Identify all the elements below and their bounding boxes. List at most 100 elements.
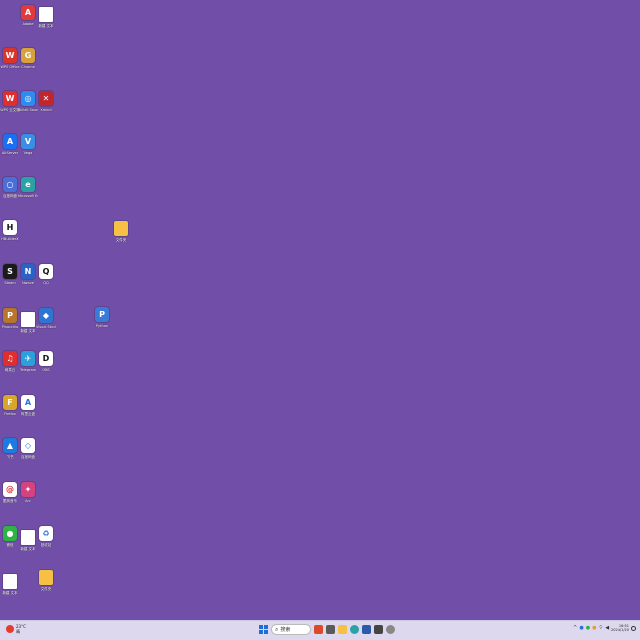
desktop-icon[interactable]: @ 酷狗音乐	[0, 482, 20, 503]
start-button[interactable]	[259, 625, 268, 634]
icon-label: Nwave	[22, 281, 34, 285]
icon-label: 新建 文本	[20, 547, 36, 551]
taskbar-app-icon[interactable]	[374, 625, 383, 634]
hbuilder-icon: H	[3, 220, 17, 235]
desktop-icon[interactable]: ♫ 网易云	[0, 351, 20, 372]
desktop-icon[interactable]: W WPS Office	[0, 48, 20, 69]
folder-icon	[39, 570, 53, 585]
weather-icon	[6, 625, 14, 633]
desktop-icon[interactable]: F Firefox	[0, 395, 20, 416]
icon-label: Chrome	[21, 65, 35, 69]
tray-app-icon[interactable]: ●	[592, 625, 596, 631]
altserver-icon: A	[3, 134, 17, 149]
taskbar-app-icon[interactable]	[362, 625, 371, 634]
text-file-icon	[21, 312, 35, 327]
firefox-icon: F	[3, 395, 17, 410]
icon-label: 酷狗音乐	[3, 499, 17, 503]
desktop-icon[interactable]: ▲ 飞书	[0, 438, 20, 459]
desktop-icon[interactable]: 新建 文本	[18, 312, 38, 333]
desktop-icon[interactable]: H HBuilderX	[0, 220, 20, 241]
tray-app-icon[interactable]: ●	[586, 625, 590, 631]
desktop-icon[interactable]: V Vega	[18, 134, 38, 155]
text-file-icon	[39, 7, 53, 22]
desktop-icon[interactable]: P Pinocchio	[0, 308, 20, 329]
pinocchio-icon: P	[3, 308, 17, 323]
wps-cloud-icon: W	[3, 91, 17, 106]
desktop-icon[interactable]: 新建 文本	[0, 574, 20, 595]
telegram-icon: ✈	[21, 351, 35, 366]
desktop-icon[interactable]: N Nwave	[18, 264, 38, 285]
desktop-icon[interactable]: ◇ 百度网盘	[18, 438, 38, 459]
volume-icon[interactable]: ◀	[605, 625, 609, 631]
settings-icon[interactable]	[386, 625, 395, 634]
icon-label: 新建 文本	[20, 329, 36, 333]
taskbar: 23°C 晴 ⌕ 搜索 ^ ● ● ● ⌔ ◀ 16:51 2024/1/20	[0, 620, 640, 640]
taskbar-app-icon[interactable]	[314, 625, 323, 634]
desktop-icon[interactable]: e Microsoft Edge	[18, 177, 38, 198]
icon-label: Visual Studio	[36, 325, 56, 329]
desktop-icon[interactable]: G Chrome	[18, 48, 38, 69]
search-box[interactable]: ⌕ 搜索	[271, 624, 311, 635]
desktop-icon[interactable]: D OBS	[36, 351, 56, 372]
desktop-icon[interactable]: ◎ Bilibili Sound	[18, 91, 38, 112]
weather-widget[interactable]: 23°C 晴	[6, 624, 26, 634]
desktop-icon[interactable]: W WPS 云文档	[0, 91, 20, 112]
wechat-icon: ●	[3, 526, 17, 541]
icon-label: 网易云	[4, 368, 16, 372]
icon-label: 飞书	[6, 455, 14, 459]
wifi-icon[interactable]: ⌔	[598, 625, 603, 631]
desktop-icon[interactable]: 新建 文本	[36, 7, 56, 28]
icon-label: OBS	[42, 368, 50, 372]
edge-taskbar-icon[interactable]	[350, 625, 359, 634]
desktop-icon[interactable]: Q QQ	[36, 264, 56, 285]
desktop-icon[interactable]: ○ 百度网盘	[0, 177, 20, 198]
desktop-icon[interactable]: ✈ Telegram	[18, 351, 38, 372]
icon-label: 文件夹	[40, 587, 52, 591]
desktop-icon[interactable]: 文件夹	[36, 570, 56, 591]
feishu-icon: ▲	[3, 438, 17, 453]
adobe-icon: A	[21, 5, 35, 20]
icon-label: 回收站	[40, 543, 52, 547]
desktop-icon[interactable]: ✦ Arc	[18, 482, 38, 503]
icon-label: 新建 文本	[38, 24, 54, 28]
desktop-icon[interactable]: P Python	[92, 307, 112, 328]
clock[interactable]: 16:51 2024/1/20	[611, 624, 629, 632]
notification-icon[interactable]	[631, 625, 636, 631]
icon-label: Firefox	[4, 412, 16, 416]
desktop-icon[interactable]: ✕ Xmind	[36, 91, 56, 112]
steam-icon: S	[3, 264, 17, 279]
desktop-icon[interactable]: A AltServer	[0, 134, 20, 155]
aliyun-icon: A	[21, 395, 35, 410]
chrome-icon: G	[21, 48, 35, 63]
taskbar-app-icon[interactable]	[326, 625, 335, 634]
icon-label: Steam	[4, 281, 16, 285]
desktop-icon[interactable]: 文件夹	[111, 221, 131, 242]
desktop-icon[interactable]: S Steam	[0, 264, 20, 285]
desktop-icon[interactable]: 新建 文本	[18, 530, 38, 551]
chevron-up-icon[interactable]: ^	[573, 625, 577, 631]
icon-label: 阿里云盘	[21, 412, 35, 416]
cloud-drive-icon: ◇	[21, 438, 35, 453]
netease-music-icon: ♫	[3, 351, 17, 366]
tray-app-icon[interactable]: ●	[579, 625, 583, 631]
desktop-icon[interactable]: A 阿里云盘	[18, 395, 38, 416]
desktop-icon[interactable]: ♻ 回收站	[36, 526, 56, 547]
desktop-icon[interactable]: ● 微信	[0, 526, 20, 547]
icon-label: QQ	[43, 281, 49, 285]
taskbar-center: ⌕ 搜索	[259, 624, 395, 635]
icon-label: WPS Office	[0, 65, 20, 69]
wps-icon: W	[3, 48, 17, 63]
xmind-icon: ✕	[39, 91, 53, 106]
file-explorer-icon[interactable]	[338, 625, 347, 634]
desktop-icon[interactable]: A Adobe	[18, 5, 38, 26]
icon-label: 百度网盘	[3, 194, 17, 198]
desktop-icon[interactable]: ◆ Visual Studio	[36, 308, 56, 329]
kugou-icon: @	[3, 482, 17, 497]
icon-label: Vega	[23, 151, 33, 155]
python-icon: P	[95, 307, 109, 322]
icon-label: Python	[95, 324, 109, 328]
search-placeholder: 搜索	[280, 626, 291, 633]
icon-label: WPS 云文档	[0, 108, 20, 112]
system-tray: ^ ● ● ● ⌔ ◀ 16:51 2024/1/20	[573, 624, 636, 632]
icon-label: Arc	[25, 499, 31, 503]
